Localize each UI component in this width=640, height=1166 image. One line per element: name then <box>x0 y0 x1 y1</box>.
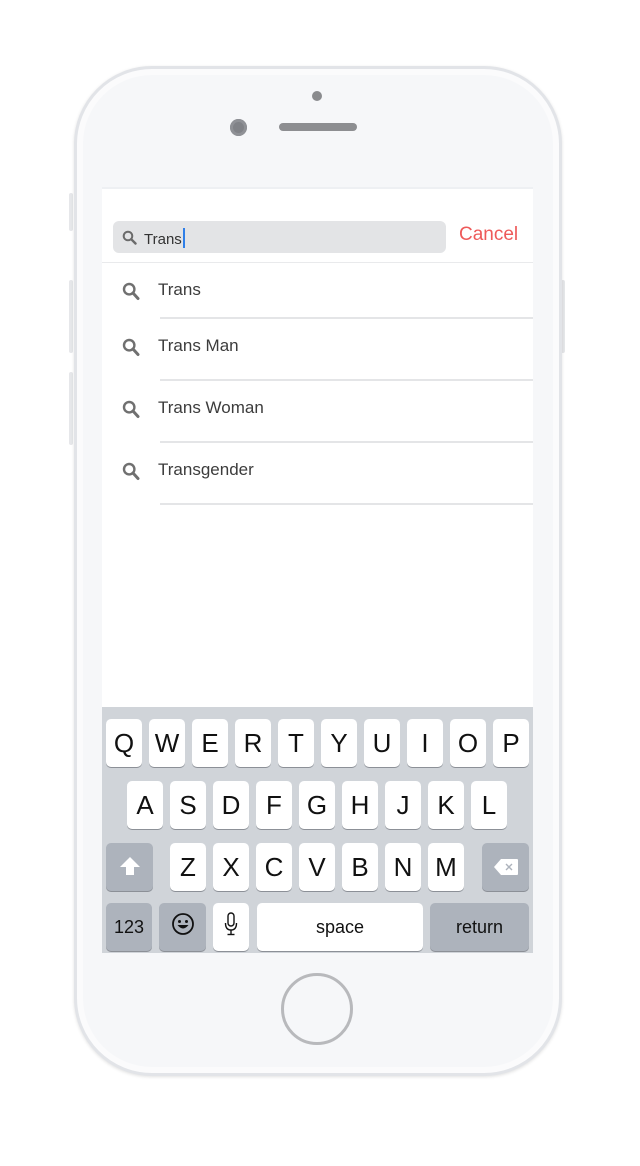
cancel-button[interactable]: Cancel <box>459 224 518 246</box>
shift-icon <box>119 852 141 883</box>
key-b[interactable]: B <box>342 843 378 891</box>
key-i[interactable]: I <box>407 719 443 767</box>
key-a[interactable]: A <box>127 781 163 829</box>
shift-key[interactable] <box>106 843 153 891</box>
result-label: Trans Woman <box>158 398 264 417</box>
search-icon <box>122 400 140 424</box>
proximity-sensor <box>312 91 322 101</box>
key-z[interactable]: Z <box>170 843 206 891</box>
delete-icon <box>493 852 519 883</box>
key-p[interactable]: P <box>493 719 529 767</box>
mute-switch <box>69 193 73 231</box>
key-x[interactable]: X <box>213 843 249 891</box>
home-button[interactable] <box>281 973 353 1045</box>
key-q[interactable]: Q <box>106 719 142 767</box>
key-c[interactable]: C <box>256 843 292 891</box>
list-item[interactable]: Trans Man <box>102 319 533 381</box>
key-l[interactable]: L <box>471 781 507 829</box>
earpiece-speaker <box>279 123 357 131</box>
key-j[interactable]: J <box>385 781 421 829</box>
list-item[interactable]: Trans Woman <box>102 381 533 443</box>
key-r[interactable]: R <box>235 719 271 767</box>
key-e[interactable]: E <box>192 719 228 767</box>
key-u[interactable]: U <box>364 719 400 767</box>
key-w[interactable]: W <box>149 719 185 767</box>
numbers-key[interactable]: 123 <box>106 903 152 951</box>
search-icon <box>122 230 137 250</box>
key-v[interactable]: V <box>299 843 335 891</box>
key-g[interactable]: G <box>299 781 335 829</box>
key-n[interactable]: N <box>385 843 421 891</box>
space-key[interactable]: space <box>257 903 423 951</box>
emoji-icon <box>171 912 195 943</box>
search-field[interactable]: Trans <box>113 221 446 253</box>
volume-down-button <box>69 372 73 445</box>
volume-up-button <box>69 280 73 353</box>
search-icon <box>122 282 140 306</box>
result-label: Trans <box>158 280 201 299</box>
key-y[interactable]: Y <box>321 719 357 767</box>
search-input[interactable]: Trans <box>144 228 185 248</box>
search-text: Trans <box>144 231 182 248</box>
search-icon <box>122 462 140 486</box>
microphone-icon <box>224 911 238 943</box>
key-d[interactable]: D <box>213 781 249 829</box>
key-o[interactable]: O <box>450 719 486 767</box>
divider <box>160 503 533 505</box>
return-key[interactable]: return <box>430 903 529 951</box>
front-camera <box>230 119 247 136</box>
key-f[interactable]: F <box>256 781 292 829</box>
key-s[interactable]: S <box>170 781 206 829</box>
emoji-key[interactable] <box>159 903 206 951</box>
text-cursor <box>182 228 185 248</box>
key-h[interactable]: H <box>342 781 378 829</box>
search-results-list: Trans Trans Man Trans Woman Transgender <box>102 263 533 505</box>
result-label: Transgender <box>158 460 254 479</box>
screen: Trans Cancel Trans Trans Man Trans Woman <box>102 187 533 953</box>
microphone-key[interactable] <box>213 903 249 951</box>
list-item[interactable]: Transgender <box>102 443 533 505</box>
key-k[interactable]: K <box>428 781 464 829</box>
result-label: Trans Man <box>158 336 239 355</box>
search-icon <box>122 338 140 362</box>
list-item[interactable]: Trans <box>102 263 533 319</box>
key-m[interactable]: M <box>428 843 464 891</box>
keyboard: QWERTYUIOP ASDFGHJKL ZXCVBNM 123 space r… <box>102 707 533 953</box>
key-t[interactable]: T <box>278 719 314 767</box>
delete-key[interactable] <box>482 843 529 891</box>
